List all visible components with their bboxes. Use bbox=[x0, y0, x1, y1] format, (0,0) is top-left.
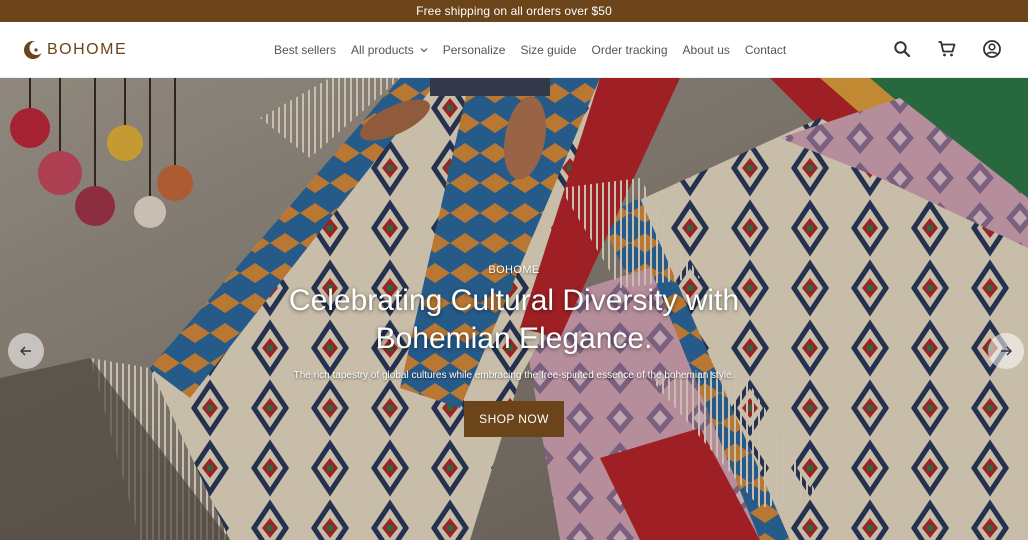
account-icon[interactable] bbox=[982, 39, 1002, 59]
nav-label: All products bbox=[351, 43, 414, 57]
nav-all-products[interactable]: All products bbox=[351, 43, 428, 57]
logo[interactable]: BOHOME bbox=[22, 38, 127, 62]
nav-label: Size guide bbox=[520, 43, 577, 57]
arrow-right-icon bbox=[1001, 346, 1012, 356]
announcement-text: Free shipping on all orders over $50 bbox=[416, 4, 612, 18]
search-icon[interactable] bbox=[892, 39, 912, 59]
hero-title: Celebrating Cultural Diversity with Bohe… bbox=[164, 282, 864, 358]
logo-text: BOHOME bbox=[47, 41, 128, 58]
site-header: BOHOME Best sellers All products Persona… bbox=[0, 22, 1028, 78]
nav-label: Personalize bbox=[442, 43, 506, 57]
nav-personalize[interactable]: Personalize bbox=[443, 43, 506, 57]
nav-label: About us bbox=[682, 43, 730, 57]
chevron-down-icon bbox=[420, 48, 428, 53]
nav-label: Contact bbox=[744, 43, 787, 57]
crescent-logo-icon bbox=[24, 41, 44, 59]
main-nav: Best sellers All products Personalize Si… bbox=[274, 22, 801, 78]
shop-now-button[interactable]: SHOP NOW bbox=[464, 401, 564, 437]
nav-best-sellers[interactable]: Best sellers bbox=[274, 43, 336, 57]
nav-contact[interactable]: Contact bbox=[745, 43, 786, 57]
slider-next-button[interactable] bbox=[988, 333, 1024, 369]
nav-about-us[interactable]: About us bbox=[683, 43, 730, 57]
cart-icon[interactable] bbox=[937, 39, 957, 59]
hero-eyebrow: BOHOME bbox=[488, 264, 540, 276]
hero-banner: BOHOME Celebrating Cultural Diversity wi… bbox=[0, 78, 1028, 540]
nav-label: Best sellers bbox=[274, 43, 337, 57]
slider-prev-button[interactable] bbox=[8, 333, 44, 369]
announcement-bar: Free shipping on all orders over $50 bbox=[0, 0, 1028, 22]
nav-order-tracking[interactable]: Order tracking bbox=[591, 43, 667, 57]
hero-subtitle: The rich tapestry of global cultures whi… bbox=[293, 370, 735, 381]
hero-title-line-2: Bohemian Elegance. bbox=[375, 322, 653, 355]
arrow-left-icon bbox=[20, 346, 31, 356]
hero-title-line-1: Celebrating Cultural Diversity with bbox=[288, 284, 740, 317]
nav-size-guide[interactable]: Size guide bbox=[520, 43, 576, 57]
header-actions bbox=[867, 39, 1002, 59]
nav-label: Order tracking bbox=[591, 43, 668, 57]
hero-content: BOHOME Celebrating Cultural Diversity wi… bbox=[164, 264, 864, 437]
